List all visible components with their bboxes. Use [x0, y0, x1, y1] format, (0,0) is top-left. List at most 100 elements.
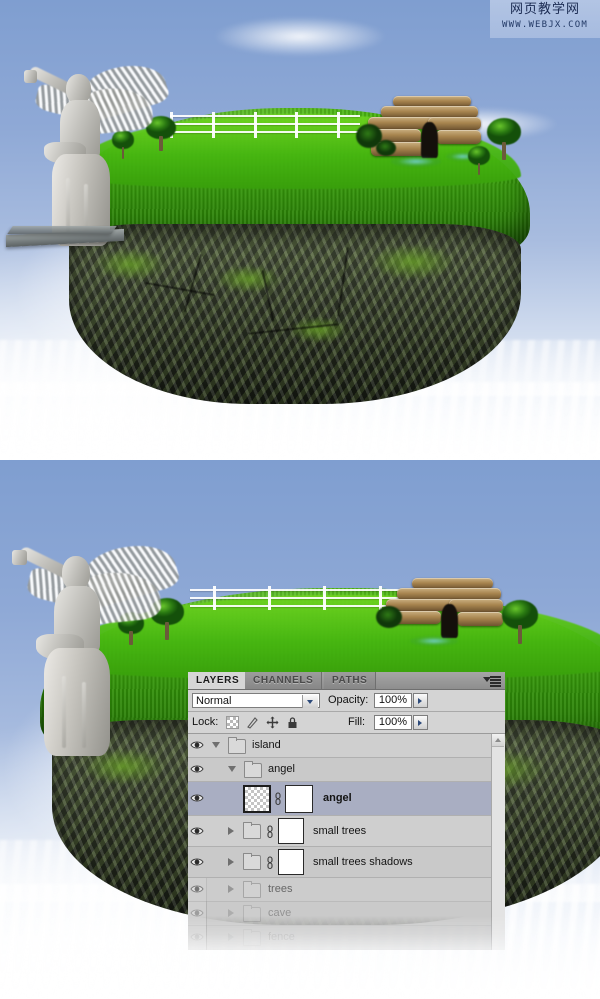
fence-post	[323, 586, 327, 610]
link-icon[interactable]	[266, 825, 273, 839]
eye-icon[interactable]	[190, 883, 204, 895]
layer-row-cave[interactable]: cave	[188, 902, 505, 926]
eye-icon[interactable]	[190, 763, 204, 775]
layer-row-island[interactable]: island	[188, 734, 505, 758]
eye-icon[interactable]	[190, 931, 204, 943]
folder-icon	[243, 881, 261, 898]
layer-list[interactable]: island angel angel small trees small tre…	[188, 734, 505, 950]
watermark-chinese: 网页教学网	[509, 2, 580, 17]
layer-list-scrollbar[interactable]	[491, 734, 505, 950]
statue-hand-torch	[12, 550, 27, 565]
blend-mode-select[interactable]: Normal	[192, 693, 320, 708]
fence-rail	[170, 131, 360, 133]
tree-trunk	[501, 142, 507, 160]
moss-patch	[201, 258, 295, 300]
eye-icon[interactable]	[190, 825, 204, 837]
layer-name[interactable]: trees	[268, 878, 292, 901]
expand-triangle-icon[interactable]	[228, 885, 234, 893]
lock-label: Lock:	[192, 716, 219, 728]
eye-icon[interactable]	[190, 739, 204, 751]
folder-icon	[243, 929, 261, 946]
cloud-wisp	[180, 9, 420, 65]
folder-icon	[243, 822, 261, 839]
tree-trunk	[477, 162, 481, 176]
tab-channels[interactable]: CHANNELS	[245, 672, 323, 689]
fence-post	[295, 112, 299, 138]
link-icon[interactable]	[266, 856, 273, 870]
cave-entrance	[441, 604, 458, 638]
lock-transparent-pixels-icon[interactable]	[226, 716, 239, 729]
cave-slab	[456, 612, 504, 626]
fill-input[interactable]: 100%	[374, 715, 412, 730]
fence-post	[337, 112, 341, 138]
layer-row-small-trees[interactable]: small trees	[188, 816, 505, 847]
scene-top-preview: 网页教学网 WWW.WEBJX.COM	[0, 0, 600, 460]
tree	[487, 118, 521, 160]
layer-name[interactable]: small trees	[313, 816, 366, 846]
eye-icon[interactable]	[190, 856, 204, 868]
cave-rock-formation	[376, 578, 506, 658]
fill-slider-arrow[interactable]	[413, 715, 428, 730]
chevron-down-icon[interactable]	[302, 695, 318, 708]
layer-name[interactable]: angel	[323, 782, 352, 815]
fence-post	[213, 586, 216, 610]
lock-image-pixels-icon[interactable]	[246, 716, 259, 729]
lock-position-icon[interactable]	[266, 716, 279, 729]
tree	[502, 600, 538, 644]
layer-mask-thumbnail[interactable]	[278, 849, 304, 875]
stone-ledge-edge	[7, 226, 117, 234]
expand-triangle-icon[interactable]	[212, 742, 220, 748]
layer-name[interactable]: cave	[268, 902, 291, 925]
layers-panel[interactable]: LAYERS CHANNELS PATHS Normal Opacity: 10…	[188, 672, 505, 950]
fill-label: Fill:	[348, 716, 366, 728]
layer-mask-thumbnail[interactable]	[278, 818, 304, 844]
expand-triangle-icon[interactable]	[228, 827, 234, 835]
watermark-url: WWW.WEBJX.COM	[501, 20, 589, 30]
angel-statue	[18, 55, 171, 248]
layer-name[interactable]: small trees shadows	[313, 847, 413, 877]
layer-mask-thumbnail[interactable]	[285, 785, 313, 813]
layer-row-angel-group[interactable]: angel	[188, 758, 505, 782]
panel-menu-icon[interactable]	[483, 675, 501, 687]
layer-thumbnail[interactable]	[243, 785, 271, 813]
eye-icon[interactable]	[190, 907, 204, 919]
cave-bush	[375, 140, 396, 156]
scroll-up-arrow-icon[interactable]	[492, 734, 504, 747]
tree	[468, 146, 490, 176]
fence-post	[211, 112, 215, 138]
statue-robe	[44, 648, 110, 756]
fence-rail	[170, 123, 360, 125]
link-icon[interactable]	[274, 792, 281, 806]
folder-icon	[243, 905, 261, 922]
cave-water	[390, 156, 441, 167]
cave-rock-formation	[355, 96, 483, 176]
opacity-input[interactable]: 100%	[374, 693, 412, 708]
blend-opacity-row: Normal Opacity: 100%	[188, 690, 505, 712]
tree-trunk	[517, 625, 523, 644]
lock-all-icon[interactable]	[286, 716, 299, 729]
layer-row-trees[interactable]: trees	[188, 878, 505, 902]
scene-bottom-with-panel: LAYERS CHANNELS PATHS Normal Opacity: 10…	[0, 460, 600, 999]
opacity-slider-arrow[interactable]	[413, 693, 428, 708]
layer-name[interactable]: angel	[268, 758, 295, 781]
tab-layers[interactable]: LAYERS	[188, 672, 249, 689]
layer-row-small-trees-shadows[interactable]: small trees shadows	[188, 847, 505, 878]
statue-robe-fold	[82, 682, 86, 748]
fence-rail	[170, 115, 360, 117]
layer-name[interactable]: fence	[268, 926, 295, 949]
lock-fill-row: Lock: Fill: 100%	[188, 712, 505, 734]
cave-bush	[376, 606, 402, 628]
opacity-label: Opacity:	[328, 694, 369, 706]
lock-icon-group	[226, 715, 336, 730]
expand-triangle-icon[interactable]	[228, 933, 234, 941]
white-fence	[170, 112, 360, 138]
expand-triangle-icon[interactable]	[228, 909, 234, 917]
layer-row-fence[interactable]: fence	[188, 926, 505, 950]
tab-paths[interactable]: PATHS	[324, 672, 377, 689]
expand-triangle-icon[interactable]	[228, 858, 234, 866]
eye-icon[interactable]	[190, 792, 204, 804]
layer-name[interactable]: island	[252, 734, 281, 757]
panel-tab-bar: LAYERS CHANNELS PATHS	[188, 672, 505, 690]
expand-triangle-icon[interactable]	[228, 766, 236, 772]
layer-row-angel-selected[interactable]: angel	[188, 782, 505, 816]
